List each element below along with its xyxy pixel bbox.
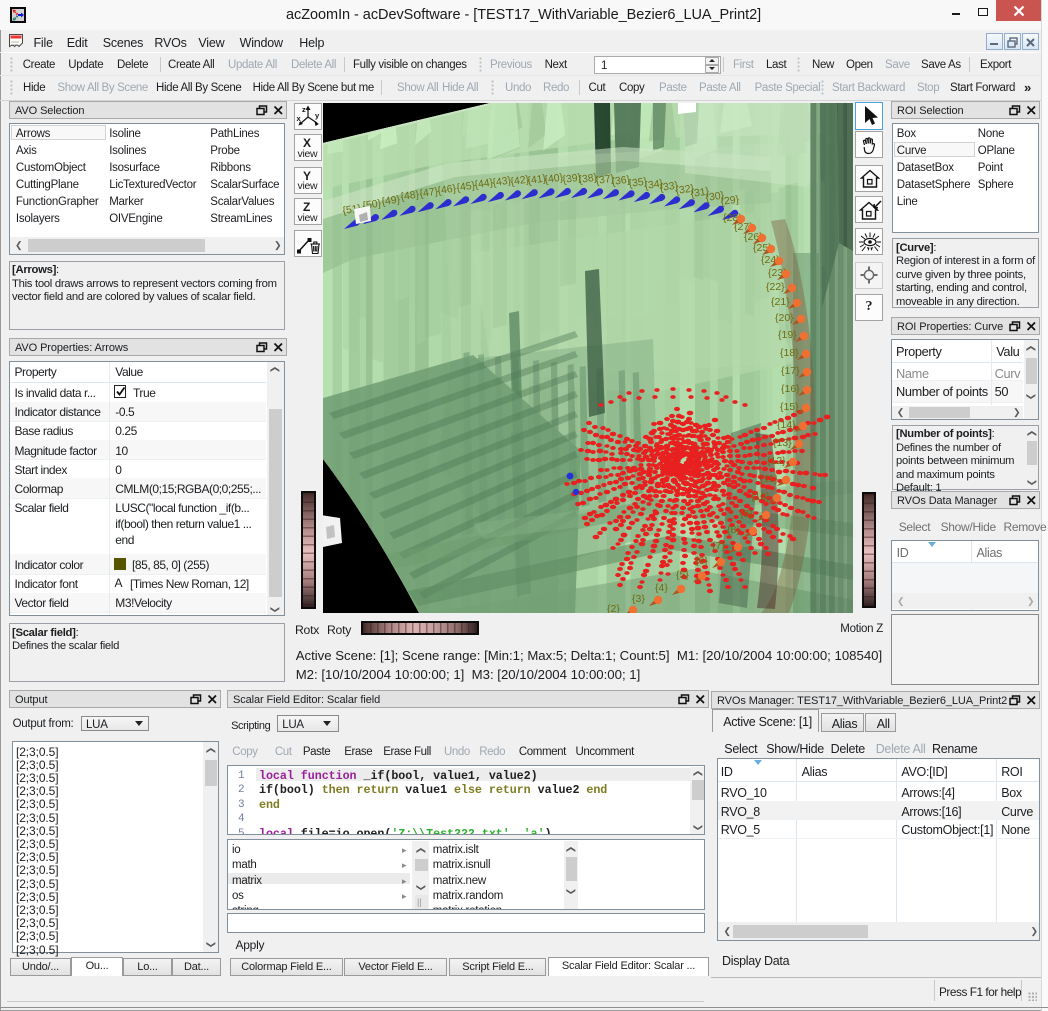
svg-text:{19}: {19} — [778, 329, 797, 341]
svg-text:{7}: {7} — [712, 540, 725, 552]
svg-text:y: y — [315, 111, 320, 120]
svg-text:{17}: {17} — [781, 365, 800, 377]
svg-text:x: x — [297, 114, 302, 123]
svg-text:{3}: {3} — [632, 593, 645, 605]
svg-text:{12}: {12} — [767, 455, 786, 467]
svg-text:z: z — [302, 105, 306, 114]
svg-text:{20}: {20} — [775, 312, 794, 324]
svg-text:{5}: {5} — [676, 569, 689, 581]
svg-text:{10}: {10} — [751, 491, 770, 503]
svg-text:{15}: {15} — [780, 401, 799, 413]
svg-text:{14}: {14} — [777, 419, 796, 431]
svg-text:{18}: {18} — [780, 347, 799, 359]
svg-text:{11}: {11} — [760, 473, 778, 485]
svg-text:{4}: {4} — [655, 582, 668, 594]
svg-text:{2}: {2} — [607, 603, 620, 613]
svg-text:{8}: {8} — [727, 524, 740, 536]
svg-text:{13}: {13} — [773, 437, 792, 449]
svg-text:{16}: {16} — [781, 383, 800, 395]
svg-text:{9}: {9} — [740, 508, 753, 520]
svg-text:{21}: {21} — [771, 296, 790, 308]
svg-text:{6}: {6} — [695, 555, 708, 567]
svg-text:{22}: {22} — [766, 281, 785, 293]
